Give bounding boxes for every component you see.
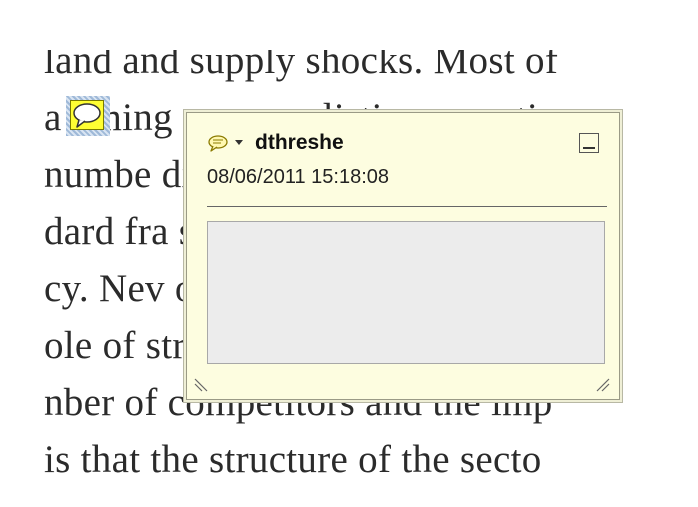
sticky-note-face [70, 100, 104, 130]
page-bottom-mask [0, 478, 698, 507]
comment-author: dthreshe [255, 131, 344, 154]
minimize-button[interactable] [579, 133, 599, 153]
comment-popup[interactable]: dthreshe 08/06/2011 15:18:08 [186, 112, 620, 400]
comment-icon[interactable] [207, 135, 231, 153]
popup-divider [207, 206, 607, 207]
resize-grip-left-icon[interactable] [193, 375, 211, 393]
speech-bubble-icon [73, 103, 101, 128]
comment-text-area[interactable] [207, 221, 605, 364]
sticky-note-annotation-icon[interactable] [66, 96, 110, 136]
page-top-mask [0, 0, 698, 50]
comment-timestamp: 08/06/2011 15:18:08 [207, 166, 390, 188]
chevron-down-icon[interactable] [235, 140, 243, 146]
page-right-mask [662, 0, 698, 507]
doc-text-line: is that the structure of the secto [44, 438, 542, 481]
resize-grip-right-icon[interactable] [593, 375, 611, 393]
